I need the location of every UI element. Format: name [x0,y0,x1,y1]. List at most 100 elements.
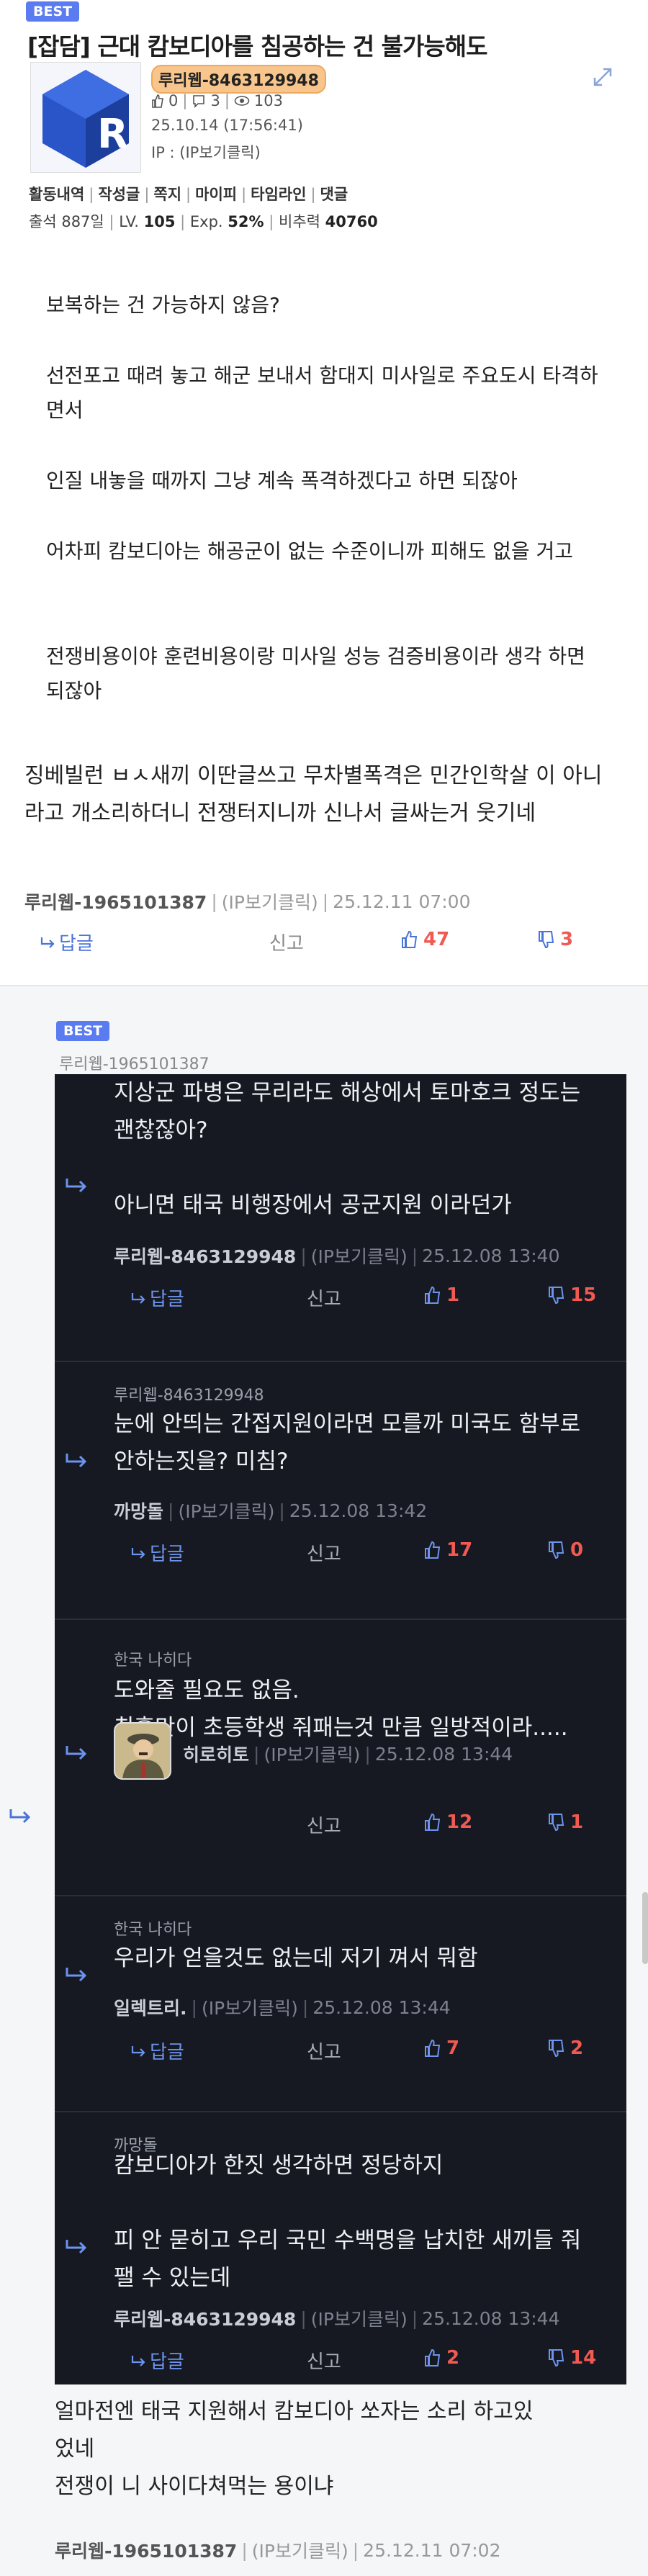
dislike-button[interactable]: 2 [547,2037,583,2059]
link-mypi[interactable]: 마이피 [195,186,237,203]
ruliweb-logo-icon: R [42,70,129,168]
thumbs-up-icon [425,2348,441,2366]
comment-nick[interactable]: 루리웹-1965101387 [55,2537,237,2563]
link-message[interactable]: 쪽지 [153,186,181,203]
dislike-count: 14 [570,2347,597,2369]
dislike-count: 3 [560,929,574,950]
reply-actions: 답글 신고 1 15 [131,1284,621,1313]
reply-item: 한국 나히다 우리가 얻을것도 없는데 저기 껴서 뭐함 일렉트리. | (IP… [55,1895,626,2111]
reply-nick[interactable]: 루리웹-8463129948 [114,2305,296,2331]
reply-label: 답글 [150,1289,184,1310]
body-paragraph: 보복하는 건 가능하지 않음? [46,293,280,317]
reply-text: 도와줄 필요도 없음. 최홍만이 초등학생 줘패는것 만큼 일방적이라..... [114,1672,626,1747]
like-button[interactable]: 7 [423,2037,459,2059]
reply-meta: 까망돌 | (IP보기클릭) | 25.12.08 13:42 [114,1498,427,1523]
like-count: 12 [446,1811,473,1833]
user-avatar[interactable] [114,1722,171,1780]
link-comments[interactable]: 댓글 [320,186,348,203]
best-badge: BEST [56,1021,110,1041]
exp-value: 52% [228,213,264,230]
like-button[interactable]: 47 [400,929,449,950]
reply-section: BEST 루리웹-1965101387 지상군 파병은 무리라도 해상에서 토마… [0,986,648,2576]
reply-ip[interactable]: (IP보기클릭) [202,1994,298,2020]
reply-button[interactable]: 답글 [131,1539,184,1566]
reply-label: 답글 [150,1544,184,1565]
reply-line: 우리가 얻을것도 없는데 저기 껴서 뭐함 [114,1945,478,1971]
reply-ip[interactable]: (IP보기클릭) [264,1741,360,1767]
body-paragraph: 전쟁비용이야 훈련비용이랑 미사일 성능 검증비용이라 생각 하면 되잖아 [46,644,585,703]
reply-arrow-icon [66,1179,87,1193]
report-button[interactable]: 신고 [307,1811,341,1838]
dislike-button[interactable]: 1 [547,1811,583,1833]
reply-line: 팰 수 있는데 [114,2265,231,2291]
comment-icon [193,95,205,108]
report-button[interactable]: 신고 [307,2347,341,2374]
reply-arrow-icon [66,1746,87,1760]
scrollbar-thumb[interactable] [642,1892,648,1964]
like-button[interactable]: 2 [423,2347,459,2369]
comment-line: 었네 [55,2436,95,2462]
comment-actions: 답글 신고 47 3 [40,929,602,958]
link-timeline[interactable]: 타임라인 [251,186,306,203]
reply-nick[interactable]: 일렉트리. [114,1994,187,2020]
reply-time: 25.12.08 13:40 [422,1245,560,1266]
dislike-count: 1 [570,1811,584,1833]
reply-text: 지상군 파병은 무리라도 해상에서 토마호크 정도는 괜찮잖아? 아니면 태국 … [114,1074,626,1224]
report-button[interactable]: 신고 [269,929,304,955]
dislike-button[interactable]: 3 [537,929,573,950]
report-button[interactable]: 신고 [307,1539,341,1566]
link-activity[interactable]: 활동내역 [29,186,84,203]
reply-ip[interactable]: (IP보기클릭) [311,2305,408,2331]
reply-arrow-icon [66,1454,87,1468]
comment-text: 얼마전엔 태국 지원해서 캄보디아 쏘자는 소리 하고있 었네 전쟁이 니 사이… [55,2393,631,2505]
uniformed-figure-avatar-icon [115,1724,170,1778]
reply-label: 답글 [59,933,94,955]
reply-ip[interactable]: (IP보기클릭) [311,1243,408,1269]
reply-parent: 한국 나히다 [114,1921,192,1939]
reply-item: 까망돌 캄보디아가 한짓 생각하면 정당하지 피 안 묻히고 우리 국민 수백명… [55,2111,626,2384]
avatar[interactable]: R [30,62,141,173]
thumbs-up-icon [425,1541,441,1559]
reply-line: 지상군 파병은 무리라도 해상에서 토마호크 정도는 [114,1080,581,1106]
reply-nick[interactable]: 루리웹-8463129948 [114,1243,296,1269]
ratio-label: 비추력 [279,213,320,230]
reply-arrow-icon [40,937,55,948]
reply-nick[interactable]: 히로히토 [183,1741,249,1767]
dislike-count: 15 [570,1284,597,1306]
activity-links: 활동내역 | 작성글 | 쪽지 | 마이피 | 타임라인 | 댓글 [29,186,348,203]
link-posts[interactable]: 작성글 [98,186,140,203]
post-ip[interactable]: IP : (IP보기클릭) [151,141,261,163]
author-name[interactable]: 루리웹-8463129948 [151,65,326,94]
reply-button[interactable]: 답글 [40,929,94,955]
comment-nick[interactable]: 루리웹-1965101387 [24,888,207,914]
expand-icon[interactable] [592,66,613,88]
reply-nick[interactable]: 까망돌 [114,1498,163,1523]
reply-arrow-icon [131,2045,145,2057]
reply-ip[interactable]: (IP보기클릭) [178,1498,274,1523]
report-button[interactable]: 신고 [307,1284,341,1311]
reply-button[interactable]: 답글 [131,1284,184,1311]
report-button[interactable]: 신고 [307,2037,341,2064]
like-button[interactable]: 1 [423,1284,459,1306]
dislike-button[interactable]: 15 [547,1284,596,1306]
reply-actions: 답글 신고 2 14 [131,2347,621,2376]
level-value: 105 [143,213,176,230]
reply-line: 피 안 묻히고 우리 국민 수백명을 납치한 새끼들 줘 [114,2228,582,2253]
post-views: 103 [253,92,283,109]
comment-meta: 루리웹-1965101387 | (IP보기클릭) | 25.12.11 07:… [55,2537,501,2563]
level-label: LV. [119,213,139,230]
dislike-button[interactable]: 0 [547,1539,583,1561]
reply-button[interactable]: 답글 [131,2037,184,2064]
like-count: 2 [446,2347,460,2369]
reply-meta: 루리웹-8463129948 | (IP보기클릭) | 25.12.08 13:… [114,1243,560,1269]
like-button[interactable]: 12 [423,1811,472,1833]
comment-ip[interactable]: (IP보기클릭) [252,2537,348,2563]
comment-ip[interactable]: (IP보기클릭) [222,888,318,914]
reply-button[interactable]: 답글 [131,2347,184,2374]
reply-actions: 답글 신고 17 0 [131,1539,621,1568]
reply-arrow-icon [9,1809,31,1824]
dislike-button[interactable]: 14 [547,2347,596,2369]
reply-line: 눈에 안띄는 간접지원이라면 모를까 미국도 함부로 [114,1411,581,1437]
like-button[interactable]: 17 [423,1539,472,1561]
comment-time: 25.12.11 07:00 [333,891,471,912]
